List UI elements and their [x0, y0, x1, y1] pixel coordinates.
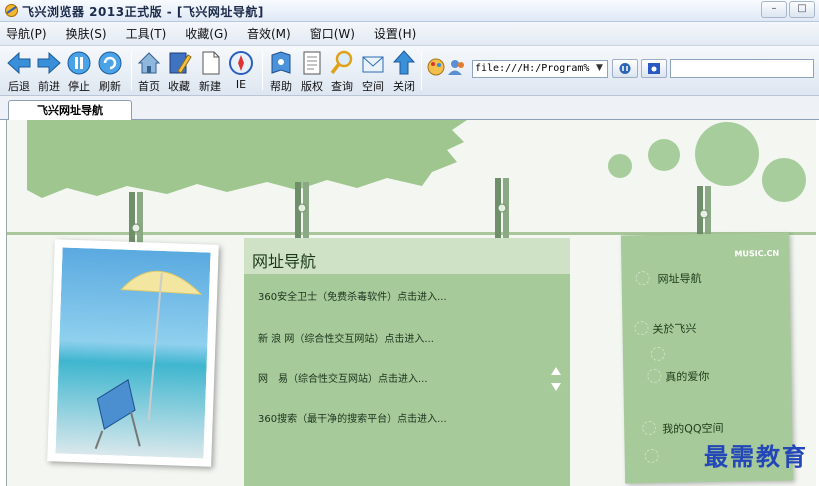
forward-button[interactable]: 前进	[34, 49, 64, 94]
link-netease[interactable]: 网 易（综合性交互网站）点击进入...	[258, 370, 428, 385]
nav-card: 网址导航 360安全卫士（免费杀毒软件）点击进入... 新 浪 网（综合性交互网…	[244, 238, 570, 486]
music-badge: MUSIC.CN	[734, 248, 780, 259]
new-page-icon	[202, 51, 220, 75]
go-button[interactable]	[612, 59, 638, 78]
search-input[interactable]	[670, 59, 814, 78]
bullet-icon	[644, 448, 659, 464]
menu-sound[interactable]: 音效(M)	[247, 25, 291, 42]
new-button[interactable]: 新建	[195, 49, 225, 94]
new-label: 新建	[199, 80, 221, 93]
favorites-button[interactable]: 收藏	[164, 49, 194, 94]
magnifier-icon	[330, 50, 353, 75]
watermark: 最需教育	[704, 442, 808, 471]
query-label: 查询	[331, 80, 353, 93]
link-sina[interactable]: 新 浪 网（综合性交互网站）点击进入...	[258, 330, 434, 345]
help-book-icon	[271, 51, 291, 74]
scroll-arrows-icon[interactable]	[550, 366, 562, 392]
copyright-button[interactable]: 版权	[297, 49, 327, 94]
stop-label: 停止	[68, 80, 90, 93]
nav-card-title: 网址导航	[252, 252, 317, 271]
close-label: 关闭	[393, 80, 415, 93]
address-input[interactable]: file:///H:/Program%	[472, 60, 608, 78]
refresh-icon	[98, 51, 122, 75]
side-item-about[interactable]: 关於飞兴	[652, 320, 696, 337]
beach-scene-image	[55, 247, 211, 459]
tab-bar: 飞兴网址导航	[0, 96, 819, 121]
stop-button[interactable]: 停止	[64, 49, 94, 94]
bullet-icon	[647, 368, 662, 384]
side-item-love[interactable]: 真的爱你	[665, 368, 709, 385]
title-bar: 飞兴浏览器 2013正式版 - [飞兴网址导航] – □	[0, 0, 819, 22]
clothespin-icon	[295, 182, 309, 242]
close-button[interactable]: 关闭	[389, 49, 419, 94]
menu-bar: 导航(P) 换肤(S) 工具(T) 收藏(G) 音效(M) 窗口(W) 设置(H…	[0, 22, 819, 46]
envelope-icon	[362, 56, 384, 73]
document-icon	[303, 51, 321, 75]
menu-settings[interactable]: 设置(H)	[374, 25, 416, 42]
back-arrow-icon	[7, 51, 31, 75]
home-label: 首页	[138, 80, 160, 93]
ie-button[interactable]: IE	[226, 49, 256, 91]
skin-palette-icon[interactable]	[426, 57, 446, 77]
side-item-qq-space[interactable]: 我的QQ空间	[662, 420, 724, 437]
forward-arrow-icon	[37, 51, 61, 75]
stop-icon	[67, 51, 91, 75]
clothespin-icon	[495, 178, 509, 238]
bullet-icon	[650, 346, 666, 361]
link-360-security[interactable]: 360安全卫士（免费杀毒软件）点击进入...	[258, 288, 447, 303]
minimize-button[interactable]: –	[761, 1, 787, 18]
beach-photo	[47, 239, 219, 467]
users-icon[interactable]	[447, 57, 467, 77]
go-icon	[619, 63, 631, 74]
compass-icon	[229, 51, 253, 75]
query-button[interactable]: 查询	[327, 49, 357, 94]
maximize-button[interactable]: □	[789, 1, 815, 18]
bullet-icon	[642, 420, 657, 436]
copyright-label: 版权	[301, 80, 323, 93]
space-button[interactable]: 空间	[358, 49, 388, 94]
ie-label: IE	[235, 78, 247, 91]
menu-favorites[interactable]: 收藏(G)	[185, 25, 228, 42]
tab-navigation[interactable]: 飞兴网址导航	[8, 100, 132, 121]
refresh-button[interactable]: 刷新	[95, 49, 125, 94]
search-engine-button[interactable]	[641, 59, 667, 78]
space-label: 空间	[362, 80, 384, 93]
forward-label: 前进	[38, 80, 60, 93]
favorites-pencil-icon	[169, 52, 192, 74]
window-title: 飞兴浏览器 2013正式版 - [飞兴网址导航]	[22, 5, 264, 19]
app-icon	[5, 4, 18, 17]
menu-skin[interactable]: 换肤(S)	[66, 25, 107, 42]
refresh-label: 刷新	[99, 80, 121, 93]
paw-icon	[648, 63, 660, 74]
back-button[interactable]: 后退	[4, 49, 34, 94]
help-label: 帮助	[270, 80, 292, 93]
menu-tools[interactable]: 工具(T)	[126, 25, 167, 42]
link-360-search[interactable]: 360搜索（最干净的搜索平台）点击进入...	[258, 410, 447, 425]
bullet-icon	[634, 321, 649, 336]
up-arrow-icon	[392, 50, 416, 75]
help-button[interactable]: 帮助	[266, 49, 296, 94]
page-content: 网址导航 360安全卫士（免费杀毒软件）点击进入... 新 浪 网（综合性交互网…	[6, 120, 816, 486]
bullet-icon	[635, 270, 650, 286]
home-button[interactable]: 首页	[134, 49, 164, 94]
menu-navigate[interactable]: 导航(P)	[6, 25, 47, 42]
chevron-down-icon[interactable]: ▼	[592, 61, 607, 77]
side-item-navigation[interactable]: 网址导航	[657, 270, 702, 287]
favorites-label: 收藏	[168, 80, 190, 93]
home-icon	[137, 52, 161, 74]
back-label: 后退	[8, 80, 30, 93]
grass-banner	[27, 120, 467, 198]
menu-window[interactable]: 窗口(W)	[310, 25, 355, 42]
